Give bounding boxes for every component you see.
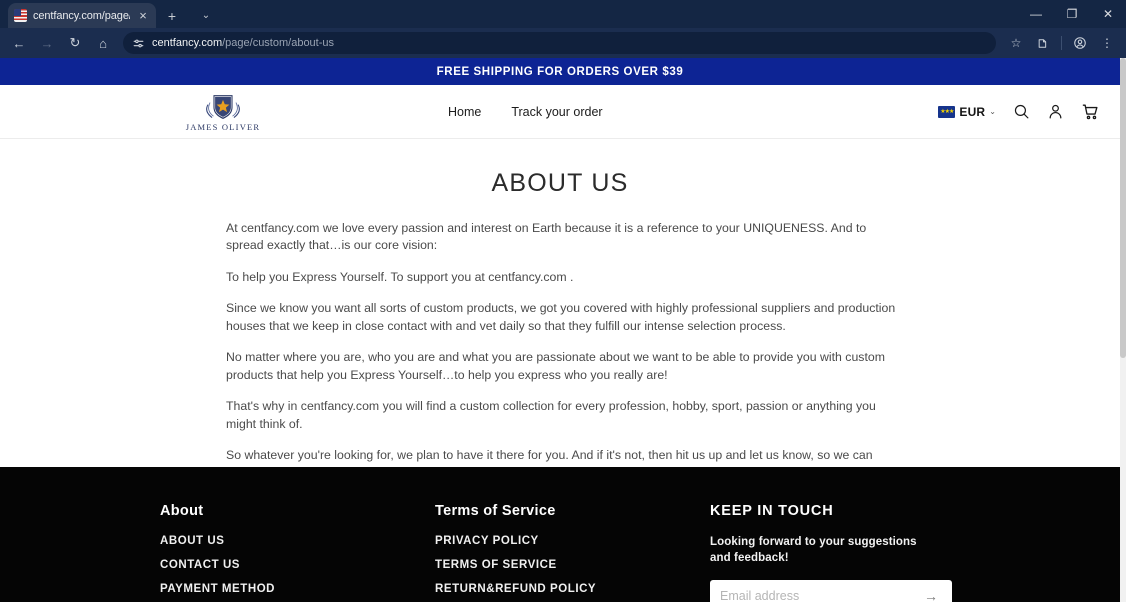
footer-link-terms-of-service[interactable]: TERMS OF SERVICE — [435, 559, 710, 571]
eu-flag-stars: ★★★ — [940, 108, 954, 115]
url-host: centfancy.com — [152, 37, 223, 49]
footer-link-contact-us[interactable]: CONTACT US — [160, 559, 435, 571]
paragraph: To help you Express Yourself. To support… — [226, 269, 574, 284]
back-icon[interactable]: ← — [6, 30, 32, 56]
tune-icon[interactable] — [131, 36, 145, 50]
footer-link-return-refund-policy[interactable]: RETURN&REFUND POLICY — [435, 583, 710, 595]
close-window-icon[interactable]: ✕ — [1090, 0, 1126, 28]
paragraph: At centfancy.com we love every passion a… — [226, 221, 867, 253]
bookmark-star-icon[interactable]: ☆ — [1003, 30, 1029, 56]
profile-avatar-icon[interactable] — [1067, 30, 1093, 56]
promo-banner: FREE SHIPPING FOR ORDERS OVER $39 — [0, 58, 1120, 85]
browser-toolbar: ← → ↻ ⌂ centfancy.com/page/custom/about-… — [0, 28, 1126, 58]
home-icon[interactable]: ⌂ — [90, 30, 116, 56]
scrollbar-thumb[interactable] — [1120, 58, 1126, 358]
browser-tab[interactable]: centfancy.com/page/custom/a × — [8, 3, 156, 28]
main-content: ABOUT US At centfancy.com we love every … — [0, 139, 1120, 467]
extensions-icon[interactable] — [1030, 30, 1056, 56]
account-icon[interactable] — [1047, 103, 1064, 120]
footer-heading: Terms of Service — [435, 503, 556, 519]
header-actions: ★★★ EUR ⌄ — [938, 102, 1104, 121]
submit-arrow-icon[interactable]: → — [920, 588, 942, 602]
maximize-icon[interactable]: ❐ — [1054, 0, 1090, 28]
site-header: JAMES OLIVER Home Track your order ★★★ E… — [0, 85, 1120, 139]
footer-column-about: About ABOUT US CONTACT US PAYMENT METHOD… — [160, 503, 435, 602]
eu-flag-icon: ★★★ — [938, 105, 956, 118]
paragraph: So whatever you're looking for, we plan … — [226, 448, 873, 467]
window-controls: — ❐ ✕ — [1018, 0, 1126, 28]
main-navigation: Home Track your order — [448, 105, 603, 119]
currency-selector[interactable]: ★★★ EUR ⌄ — [938, 105, 996, 119]
reload-icon[interactable]: ↻ — [62, 30, 88, 56]
close-icon[interactable]: × — [136, 9, 150, 22]
browser-window: centfancy.com/page/custom/a × + ⌄ — ❐ ✕ … — [0, 0, 1126, 602]
newsletter-form: → — [710, 580, 952, 602]
cart-icon[interactable] — [1081, 102, 1100, 121]
paragraph: No matter where you are, who you are and… — [226, 350, 885, 382]
shield-crest-icon — [206, 95, 240, 119]
url-path: /page/custom/about-us — [222, 37, 335, 49]
email-input[interactable] — [720, 589, 920, 602]
address-bar[interactable]: centfancy.com/page/custom/about-us — [123, 32, 996, 54]
paragraph: Since we know you want all sorts of cust… — [226, 301, 896, 333]
footer-link-payment-method[interactable]: PAYMENT METHOD — [160, 583, 435, 595]
tab-title: centfancy.com/page/custom/a — [33, 9, 130, 22]
page-title: ABOUT US — [491, 169, 629, 197]
web-page: FREE SHIPPING FOR ORDERS OVER $39 JAMES … — [0, 58, 1120, 602]
minimize-icon[interactable]: — — [1018, 0, 1054, 28]
site-footer: About ABOUT US CONTACT US PAYMENT METHOD… — [0, 467, 1120, 602]
footer-heading: About — [160, 503, 204, 519]
footer-columns: About ABOUT US CONTACT US PAYMENT METHOD… — [160, 503, 960, 602]
chevron-down-icon[interactable]: ⌄ — [194, 3, 218, 28]
paragraph: That's why in centfancy.com you will fin… — [226, 399, 876, 431]
toolbar-actions: ☆ ⋮ — [1003, 30, 1120, 56]
browser-tabstrip: centfancy.com/page/custom/a × + ⌄ — ❐ ✕ — [0, 0, 1126, 28]
nav-item-home[interactable]: Home — [448, 105, 481, 119]
new-tab-button[interactable]: + — [160, 3, 184, 28]
currency-label: EUR — [959, 104, 986, 119]
search-icon[interactable] — [1013, 103, 1030, 120]
about-us-body: At centfancy.com we love every passion a… — [218, 220, 902, 467]
url-text: centfancy.com/page/custom/about-us — [152, 37, 334, 49]
newsletter-heading: KEEP IN TOUCH — [710, 503, 834, 519]
page-viewport: FREE SHIPPING FOR ORDERS OVER $39 JAMES … — [0, 58, 1126, 602]
forward-icon[interactable]: → — [34, 30, 60, 56]
logo-text: JAMES OLIVER — [185, 122, 261, 132]
footer-link-privacy-policy[interactable]: PRIVACY POLICY — [435, 535, 710, 547]
page-scrollbar[interactable] — [1120, 58, 1126, 602]
chevron-down-icon: ⌄ — [989, 107, 996, 116]
toolbar-divider — [1061, 36, 1062, 50]
browser-menu-icon[interactable]: ⋮ — [1094, 30, 1120, 56]
footer-link-about-us[interactable]: ABOUT US — [160, 535, 435, 547]
newsletter-text: Looking forward to your suggestions and … — [710, 536, 917, 564]
nav-item-track-your-order[interactable]: Track your order — [511, 105, 602, 119]
footer-column-newsletter: KEEP IN TOUCH Looking forward to your su… — [710, 503, 960, 602]
footer-column-terms: Terms of Service PRIVACY POLICY TERMS OF… — [435, 503, 710, 602]
james-oliver-logo[interactable]: JAMES OLIVER — [160, 91, 286, 132]
us-flag-favicon — [14, 9, 27, 22]
